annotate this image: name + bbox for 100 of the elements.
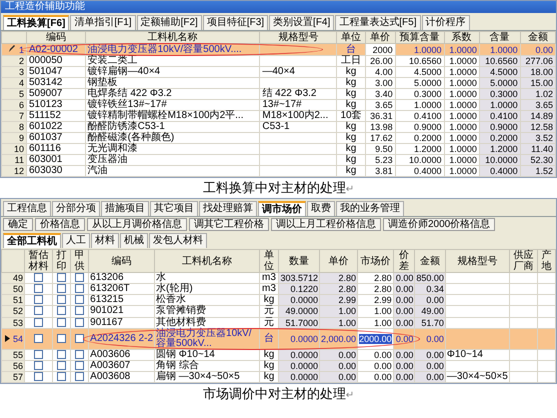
table-cell: M18×100内2... <box>260 110 337 122</box>
checkbox[interactable] <box>57 306 66 316</box>
tab[interactable]: 类别设置[F4] <box>269 15 334 30</box>
checkbox[interactable] <box>75 273 84 282</box>
tab[interactable]: 取费 <box>307 201 335 216</box>
column-header[interactable]: 单价 <box>365 32 396 44</box>
row-number[interactable]: 9 <box>2 132 26 144</box>
row-number[interactable]: 57 <box>2 371 24 383</box>
table-cell: 0.4100 <box>395 110 444 122</box>
row-number[interactable]: 49 <box>2 272 24 284</box>
checkbox[interactable] <box>57 334 66 343</box>
row-number[interactable]: 4 <box>2 78 26 88</box>
column-header[interactable]: 单位 <box>336 32 366 44</box>
table-cell: 1.0000 <box>395 44 444 56</box>
column-header[interactable]: 甲供 <box>70 250 89 272</box>
table-cell: 10.6560 <box>395 56 444 66</box>
column-header[interactable]: 系数 <box>444 32 480 44</box>
checkbox[interactable] <box>75 334 84 343</box>
column-header[interactable]: 工料机名称 <box>85 32 260 44</box>
toolbar-button[interactable]: 调其它工程价格 <box>189 218 269 231</box>
tab[interactable]: 项目特征[F3] <box>202 15 268 30</box>
row-number[interactable]: 3 <box>2 66 26 78</box>
table-cell: 26.00 <box>365 56 396 66</box>
toolbar-button[interactable]: 调造价师2000价格信息 <box>383 218 496 231</box>
table-cell: 酚醛磁漆(各种颜色) <box>85 132 260 144</box>
price-field[interactable]: 2000.00 <box>359 334 392 344</box>
tab[interactable]: 工程量表达式[F5] <box>335 15 421 30</box>
table-cell: A003606 <box>88 349 155 360</box>
table-cell: A003607 <box>88 360 155 372</box>
checkbox[interactable] <box>34 295 44 304</box>
column-header[interactable]: 价差 <box>393 250 415 272</box>
row-number[interactable]: 55 <box>2 349 24 360</box>
column-header[interactable]: 市场价 <box>358 250 394 272</box>
tab[interactable]: 措施项目 <box>101 201 149 216</box>
table-cell: 3.00 <box>365 78 396 88</box>
row-number[interactable]: 51 <box>2 294 24 306</box>
row-number[interactable]: 7 <box>2 110 26 122</box>
tab[interactable]: 工程信息 <box>3 201 51 216</box>
toolbar-button[interactable]: 确定 <box>3 218 33 231</box>
column-header[interactable]: 供应厂商 <box>509 250 538 272</box>
column-header[interactable]: 单价 <box>320 250 358 272</box>
checkbox[interactable] <box>75 306 84 316</box>
tab[interactable]: 工料换算[F6] <box>3 15 70 30</box>
checkbox[interactable] <box>75 295 84 304</box>
checkbox[interactable] <box>57 295 66 304</box>
checkbox[interactable] <box>57 284 66 294</box>
tab[interactable]: 材料 <box>91 233 119 248</box>
tab[interactable]: 定额辅助[F2] <box>136 15 202 30</box>
checkbox[interactable] <box>34 334 44 343</box>
toolbar-button[interactable]: 从以上月调价格信息 <box>87 218 187 231</box>
tab[interactable]: 我的业务管理 <box>336 201 404 216</box>
column-header[interactable]: 规格型号 <box>260 32 337 44</box>
row-number[interactable]: 56 <box>2 360 24 372</box>
row-number[interactable]: 53 <box>2 317 24 328</box>
row-number[interactable]: 2 <box>2 56 26 66</box>
tab[interactable]: 调市场价 <box>258 201 306 216</box>
column-header[interactable]: 预算含量 <box>395 32 444 44</box>
row-number[interactable]: 12 <box>2 166 26 176</box>
checkbox[interactable] <box>57 273 66 282</box>
checkbox[interactable] <box>34 273 44 282</box>
tab[interactable]: 人工 <box>62 233 90 248</box>
checkbox[interactable] <box>34 284 44 294</box>
table-cell: 17.62 <box>365 132 396 144</box>
table-cell: 3.81 <box>365 166 396 176</box>
column-header[interactable]: 工料机名称 <box>154 250 259 272</box>
column-header[interactable]: 编码 <box>88 250 155 272</box>
row-number[interactable]: 52 <box>2 306 24 318</box>
tab[interactable]: 机械 <box>120 233 148 248</box>
column-header[interactable]: 产地 <box>537 250 556 272</box>
table-cell: 结 422 Φ3.2 <box>260 88 337 100</box>
tab[interactable]: 其它项目 <box>150 201 198 216</box>
tab[interactable]: 清单指引[F1] <box>70 15 136 30</box>
column-header[interactable]: 含量 <box>479 32 520 44</box>
column-header[interactable]: 金额 <box>414 250 446 272</box>
row-number[interactable]: 6 <box>2 100 26 110</box>
row-number[interactable]: 11 <box>2 154 26 166</box>
row-number[interactable]: 10 <box>2 144 26 154</box>
current-row-icon <box>5 334 10 342</box>
column-header[interactable]: 编码 <box>26 32 86 44</box>
checkbox[interactable] <box>75 284 84 294</box>
row-number[interactable]: 54 <box>2 328 24 350</box>
row-number[interactable]: 50 <box>2 284 24 295</box>
table-cell: 酚醛防锈漆C53-1 <box>85 122 260 132</box>
column-header[interactable]: 暂估材料 <box>24 250 53 272</box>
checkbox[interactable] <box>34 306 44 316</box>
table-cell: 13#~17# <box>260 100 337 110</box>
toolbar-button[interactable]: 调以上月工程价格信息 <box>271 218 381 231</box>
tab[interactable]: 发包人材料 <box>149 233 207 248</box>
column-header[interactable]: 打印 <box>52 250 71 272</box>
tab[interactable]: 分部分项 <box>52 201 100 216</box>
tab[interactable]: 找处理赔算 <box>199 201 257 216</box>
column-header[interactable]: 金额 <box>520 32 556 44</box>
tab[interactable]: 全部工料机 <box>3 233 61 248</box>
column-header[interactable]: 数量 <box>278 250 320 272</box>
tab[interactable]: 计价程序 <box>422 15 470 30</box>
toolbar-button[interactable]: 价格信息 <box>35 218 85 231</box>
column-header[interactable]: 规格型号 <box>445 250 510 272</box>
table-cell: 613206T <box>88 284 155 295</box>
row-number[interactable]: 5 <box>2 88 26 100</box>
row-number[interactable]: 8 <box>2 122 26 132</box>
